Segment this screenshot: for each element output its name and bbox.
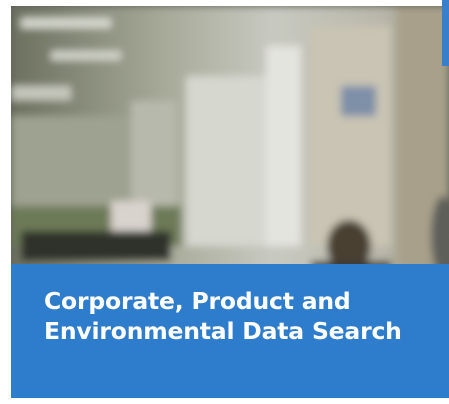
accent-strip (442, 0, 449, 66)
data-search-tile[interactable]: Corporate, Product and Environmental Dat… (11, 6, 449, 398)
caption-banner[interactable]: Corporate, Product and Environmental Dat… (11, 264, 449, 398)
tile-title[interactable]: Corporate, Product and Environmental Dat… (44, 286, 429, 346)
